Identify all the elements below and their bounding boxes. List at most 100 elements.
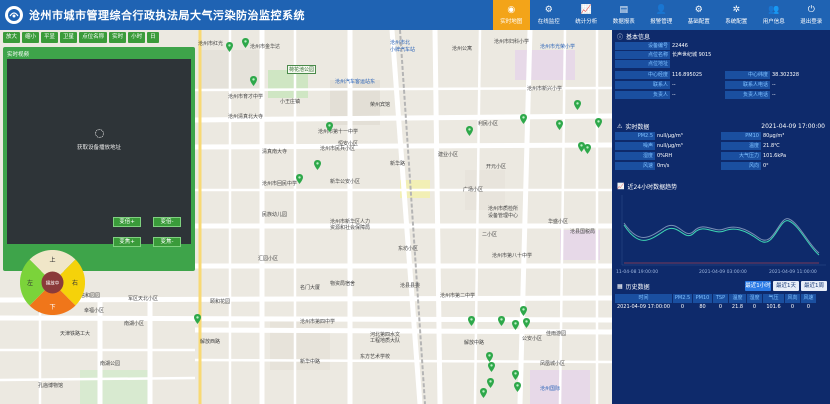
monitor-pin-icon[interactable]: [486, 352, 493, 362]
point-name-button[interactable]: 点位名称: [79, 32, 108, 43]
monitor-pin-icon[interactable]: [296, 174, 303, 184]
map-place-label: 新华路: [390, 161, 406, 167]
monitor-pin-icon[interactable]: [314, 160, 321, 170]
monitor-pin-icon[interactable]: [556, 120, 563, 130]
table-cell: 0: [673, 303, 693, 312]
info-row-coords: 中心经度 116.895025 中心纬度 38.302328: [615, 71, 827, 79]
map-place-label: 二小区: [482, 232, 498, 238]
table-cell: 0: [801, 303, 817, 312]
noise-label: 噪声: [615, 142, 655, 150]
monitor-pin-icon[interactable]: [487, 378, 494, 388]
nav-item-2[interactable]: 📈 统计分析: [568, 0, 606, 30]
focus-out-button[interactable]: 变焦-: [153, 237, 181, 247]
rt-row-2: 噪声 null/μg/m³ 温度 21.8℃: [615, 142, 827, 150]
map-place-label: 名门大厦: [300, 285, 321, 291]
right-panel: ⓘ 基本信息 设备编号 22446 点位名称 长声世纪城 9015 点位地址 中…: [612, 30, 830, 404]
monitor-pin-icon[interactable]: [498, 316, 505, 326]
monitor-pin-icon[interactable]: [512, 320, 519, 330]
table-row: 2021-04-09 17:00:00 0 80 0 21.8 0 101.6 0 0: [615, 303, 827, 312]
history-title: 历史数据: [625, 283, 650, 291]
monitor-pin-icon[interactable]: [584, 144, 591, 154]
nav-item-4[interactable]: 👤 报警管理: [643, 0, 681, 30]
zoom-out-button[interactable]: 变倍-: [153, 217, 181, 227]
nav-item-0[interactable]: ◉ 实时地图: [492, 0, 530, 30]
hum-value: 0%RH: [657, 153, 673, 159]
map-place-label: 沧州市第八十中学: [492, 253, 533, 259]
monitor-pin-icon[interactable]: [194, 314, 201, 324]
zoom-in-map-button[interactable]: 放大: [3, 32, 21, 43]
nav-item-label: 在线监控: [537, 19, 560, 25]
table-cell: 2021-04-09 17:00:00: [615, 303, 673, 312]
monitor-pin-icon[interactable]: [523, 318, 530, 328]
contact-value: --: [672, 82, 676, 88]
ptz-dpad: 上 右 下 左 播放中: [20, 250, 85, 315]
nav-item-7[interactable]: 👥 用户信息: [755, 0, 793, 30]
map-place-label: 沧州市红光: [198, 41, 224, 47]
nav-item-5[interactable]: ⚙ 基础配置: [680, 0, 718, 30]
map-place-label: 开元小区: [486, 164, 507, 170]
monitor-pin-icon[interactable]: [520, 306, 527, 316]
map-place-label: 华盛小区: [548, 219, 569, 225]
chart-line-icon: 📈: [580, 5, 592, 15]
map-place-label: 沧州市育才中学: [228, 94, 264, 100]
monitor-pin-icon[interactable]: [595, 118, 602, 128]
pm10-label: PM10: [721, 132, 761, 140]
monitor-pin-icon[interactable]: [488, 362, 495, 372]
map-place-label: 幸福小区: [84, 308, 105, 314]
map-place-label: 佳雨游园: [546, 331, 567, 337]
monitor-pin-icon[interactable]: [574, 100, 581, 110]
info-title: 基本信息: [626, 33, 651, 41]
monitor-pin-icon[interactable]: [226, 42, 233, 52]
monitor-pin-icon[interactable]: [466, 126, 473, 136]
map-place-label: 沧州市金华达: [250, 44, 281, 50]
map-place-label: 利民小区: [478, 121, 499, 127]
map-place-label: 民族幼儿园: [262, 212, 288, 218]
map-place-label: 新华公安小区: [330, 179, 361, 185]
focus-in-button[interactable]: 变焦+: [113, 237, 141, 247]
map-place-label: 沧州市第二中学: [440, 293, 476, 299]
history-tab-week[interactable]: 最近1周: [801, 281, 827, 291]
device-no-value: 22446: [672, 43, 688, 49]
flat-view-button[interactable]: 平显: [41, 32, 59, 43]
location-value: 长声世纪城 9015: [672, 52, 712, 58]
info-header: ⓘ 基本信息: [612, 30, 830, 42]
settings-icon: ⚙: [694, 5, 703, 15]
satellite-button[interactable]: 卫星: [60, 32, 78, 43]
map-place-label: 设备管理中心: [488, 213, 519, 219]
realtime-button[interactable]: 实时: [109, 32, 127, 43]
map-place-label: 东坊小区: [398, 246, 419, 252]
monitor-pin-icon[interactable]: [514, 382, 521, 392]
nav-item-3[interactable]: ▤ 数据报表: [605, 0, 643, 30]
history-tab-hour[interactable]: 最近1小时: [745, 281, 771, 291]
power-icon: ⏻: [807, 5, 815, 15]
table-cell: 101.6: [763, 303, 785, 312]
monitor-pin-icon[interactable]: [468, 316, 475, 326]
monitor-pin-icon[interactable]: [326, 122, 333, 132]
nav-item-6[interactable]: ✲ 系统配置: [718, 0, 756, 30]
trend-x-label-3: 2021-04-09 11:00:00: [769, 269, 817, 275]
nav-item-1[interactable]: ⚙ 在线监控: [530, 0, 568, 30]
nav-item-8[interactable]: ⏻ 退出登录: [793, 0, 830, 30]
hum-label: 湿度: [615, 152, 655, 160]
ptz-down-label: 下: [49, 304, 55, 311]
monitor-pin-icon[interactable]: [480, 388, 487, 398]
map-place-label: 沧州汽车客运站东: [335, 79, 376, 85]
map-place-label: 沧州市质检所: [488, 206, 519, 212]
daily-button[interactable]: 日: [147, 32, 159, 43]
history-tab-day[interactable]: 最近1天: [773, 281, 799, 291]
zoom-out-map-button[interactable]: 缩小: [22, 32, 40, 43]
history-icon: ▦: [617, 282, 623, 290]
monitor-pin-icon[interactable]: [242, 38, 249, 48]
monitor-pin-icon[interactable]: [512, 370, 519, 380]
monitor-pin-icon[interactable]: [250, 76, 257, 86]
map-place-label: 天津铁路工大: [60, 331, 91, 337]
zoom-in-button[interactable]: 变倍+: [113, 217, 141, 227]
map-place-label: 荣州宾馆: [370, 102, 391, 108]
rt-row-4: 风速 0m/s 风向 0°: [615, 162, 827, 170]
trend-x-label-2: 2021-04-09 03:00:00: [699, 269, 747, 275]
monitor-pin-icon[interactable]: [520, 114, 527, 124]
hourly-button[interactable]: 小时: [128, 32, 146, 43]
pm10-value: 80μg/m³: [763, 133, 785, 139]
map-place-label: 建业小区: [438, 152, 459, 158]
map-place-label: 沧州清真北大寺: [228, 114, 264, 120]
